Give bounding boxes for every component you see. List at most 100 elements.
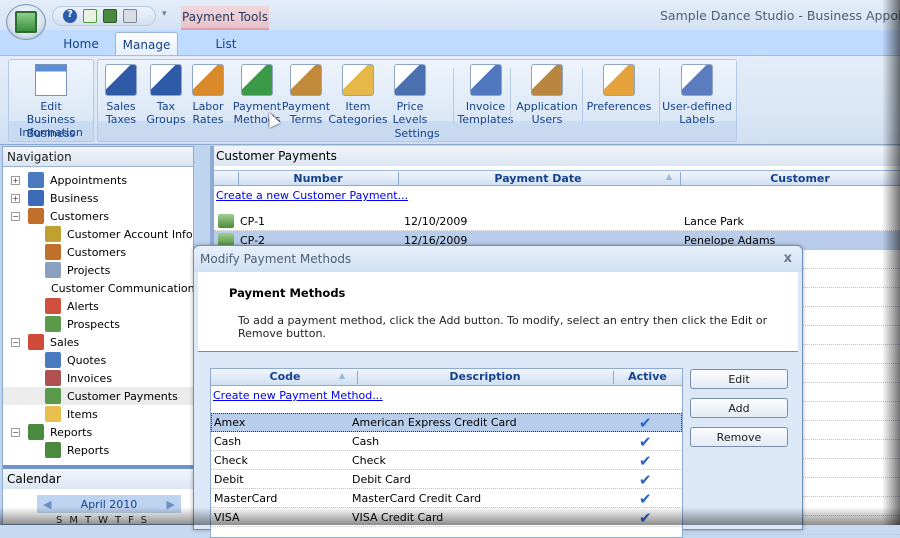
nav-item-label: Appointments [50, 173, 128, 187]
active-checkmark-icon[interactable]: ✔ [639, 471, 652, 489]
price-levels-button[interactable]: Price Levels [386, 64, 434, 126]
invoices-icon [45, 370, 61, 386]
reports-icon [28, 424, 44, 440]
column-header-code[interactable]: Code [211, 370, 359, 383]
application-users-button[interactable]: Application Users [516, 64, 578, 126]
previous-month-arrow-icon[interactable]: ◀ [43, 498, 51, 511]
nav-item-customer-account-info[interactable]: Customer Account Info [3, 225, 193, 243]
projects-icon [45, 262, 61, 278]
column-header-customer[interactable]: Customer [680, 172, 900, 185]
table-row[interactable]: CP-1 12/10/2009 Lance Park [214, 212, 900, 231]
nav-item-reports[interactable]: Reports [3, 441, 193, 459]
button-label: Rates [192, 113, 224, 126]
separator [453, 68, 454, 124]
tax-groups-button[interactable]: Tax Groups [146, 64, 186, 126]
tax-groups-icon [150, 64, 182, 96]
button-label: Sales [106, 100, 136, 113]
nav-item-customer-payments[interactable]: Customer Payments [3, 387, 193, 405]
next-month-arrow-icon[interactable]: ▶ [167, 498, 175, 511]
remove-button[interactable]: Remove [690, 427, 788, 447]
item-categories-button[interactable]: Item Categories [328, 64, 388, 126]
collapse-icon[interactable]: − [11, 211, 20, 221]
sales-icon [28, 334, 44, 350]
application-menu-button[interactable] [6, 4, 46, 40]
column-header-payment-date[interactable]: Payment Date [398, 172, 678, 185]
edit-business-icon [35, 64, 67, 96]
active-checkmark-icon[interactable]: ✔ [639, 414, 652, 432]
app-logo-icon [15, 11, 37, 33]
collapse-icon[interactable]: − [11, 337, 20, 347]
close-icon[interactable]: x [784, 251, 792, 266]
grid-header: Number Payment Date ▲ Customer [214, 170, 900, 186]
nav-item-customer-communications[interactable]: Customer Communications [3, 279, 200, 297]
nav-item-projects[interactable]: Projects [3, 261, 193, 279]
expand-icon[interactable]: + [11, 193, 20, 203]
payment-method-row[interactable]: VISA VISA Credit Card ✔ [211, 508, 682, 527]
nav-item-invoices[interactable]: Invoices [3, 369, 193, 387]
payment-method-row[interactable]: Debit Debit Card ✔ [211, 470, 682, 489]
nav-item-reports[interactable]: − Reports [3, 423, 193, 441]
nav-item-quotes[interactable]: Quotes [3, 351, 193, 369]
invoice-templates-button[interactable]: Invoice Templates [458, 64, 513, 126]
tab-manage[interactable]: Manage [115, 32, 178, 56]
contextual-tab-payment-tools[interactable]: Payment Tools [181, 6, 269, 30]
nav-item-items[interactable]: Items [3, 405, 193, 423]
panel-title: Customer Payments [214, 146, 900, 166]
payment-method-row[interactable]: Check Check ✔ [211, 451, 682, 470]
labor-rates-button[interactable]: Labor Rates [188, 64, 228, 126]
alerts-icon [45, 298, 61, 314]
nav-item-business[interactable]: + Business [3, 189, 193, 207]
nav-item-prospects[interactable]: Prospects [3, 315, 193, 333]
column-header-active[interactable]: Active [613, 370, 682, 383]
active-checkmark-icon[interactable]: ✔ [639, 509, 652, 527]
user-defined-labels-button[interactable]: User-defined Labels [662, 64, 732, 126]
sales-tax-button[interactable]: Sales Taxes [100, 64, 142, 126]
cell-code: Cash [214, 435, 242, 448]
edit-button[interactable]: Edit [690, 369, 788, 389]
cell-description: MasterCard Credit Card [352, 492, 482, 505]
nav-item-appointments[interactable]: + Appointments [3, 171, 193, 189]
create-payment-method-link[interactable]: Create new Payment Method... [213, 389, 383, 402]
payment-method-row[interactable]: Amex American Express Credit Card ✔ [211, 413, 682, 432]
payment-terms-icon [290, 64, 322, 96]
title-bar: ? ▾ Payment Tools Sample Dance Studio - … [0, 0, 900, 40]
modify-payment-methods-dialog: Modify Payment Methods x Payment Methods… [193, 245, 803, 538]
customize-toolbar-dropdown[interactable]: ▾ [162, 9, 167, 19]
preferences-button[interactable]: Preferences [587, 64, 651, 113]
reports-icon[interactable] [103, 9, 117, 23]
collapse-icon[interactable]: − [11, 427, 20, 437]
nav-item-customers[interactable]: − Customers [3, 207, 193, 225]
payment-method-row[interactable]: Cash Cash ✔ [211, 432, 682, 451]
create-customer-payment-link[interactable]: Create a new Customer Payment... [216, 189, 408, 202]
expand-icon[interactable]: + [11, 175, 20, 185]
column-header-number[interactable]: Number [238, 172, 398, 185]
customers-icon [28, 208, 44, 224]
button-label: Price [396, 100, 424, 113]
payment-method-row[interactable]: MasterCard MasterCard Credit Card ✔ [211, 489, 682, 508]
tab-list[interactable]: List [200, 32, 252, 56]
nav-item-sales[interactable]: − Sales [3, 333, 193, 351]
help-icon[interactable]: ? [63, 9, 77, 23]
column-header-description[interactable]: Description [357, 370, 613, 383]
active-checkmark-icon[interactable]: ✔ [639, 433, 652, 451]
button-label: Terms [289, 113, 323, 126]
cell-description: Check [352, 454, 386, 467]
nav-item-label: Customer Payments [67, 389, 178, 403]
payment-terms-button[interactable]: Payment Terms [282, 64, 330, 126]
active-checkmark-icon[interactable]: ✔ [639, 490, 652, 508]
ribbon: Edit Business Information Business Sales… [0, 55, 900, 145]
cell-description: VISA Credit Card [352, 511, 444, 524]
refresh-icon[interactable] [83, 9, 97, 23]
add-button[interactable]: Add [690, 398, 788, 418]
button-label: Item [345, 100, 371, 113]
tab-home[interactable]: Home [55, 32, 107, 56]
nav-item-alerts[interactable]: Alerts [3, 297, 193, 315]
button-label: Levels [392, 113, 428, 126]
calendar-weekdays: SMTWTFS [56, 515, 155, 526]
button-label: Application [516, 100, 578, 113]
button-label: Templates [457, 113, 514, 126]
active-checkmark-icon[interactable]: ✔ [639, 452, 652, 470]
print-icon[interactable] [123, 9, 137, 23]
nav-item-customers[interactable]: Customers [3, 243, 193, 261]
navigation-pane: Navigation + Appointments + Business − Custom… [2, 146, 200, 526]
